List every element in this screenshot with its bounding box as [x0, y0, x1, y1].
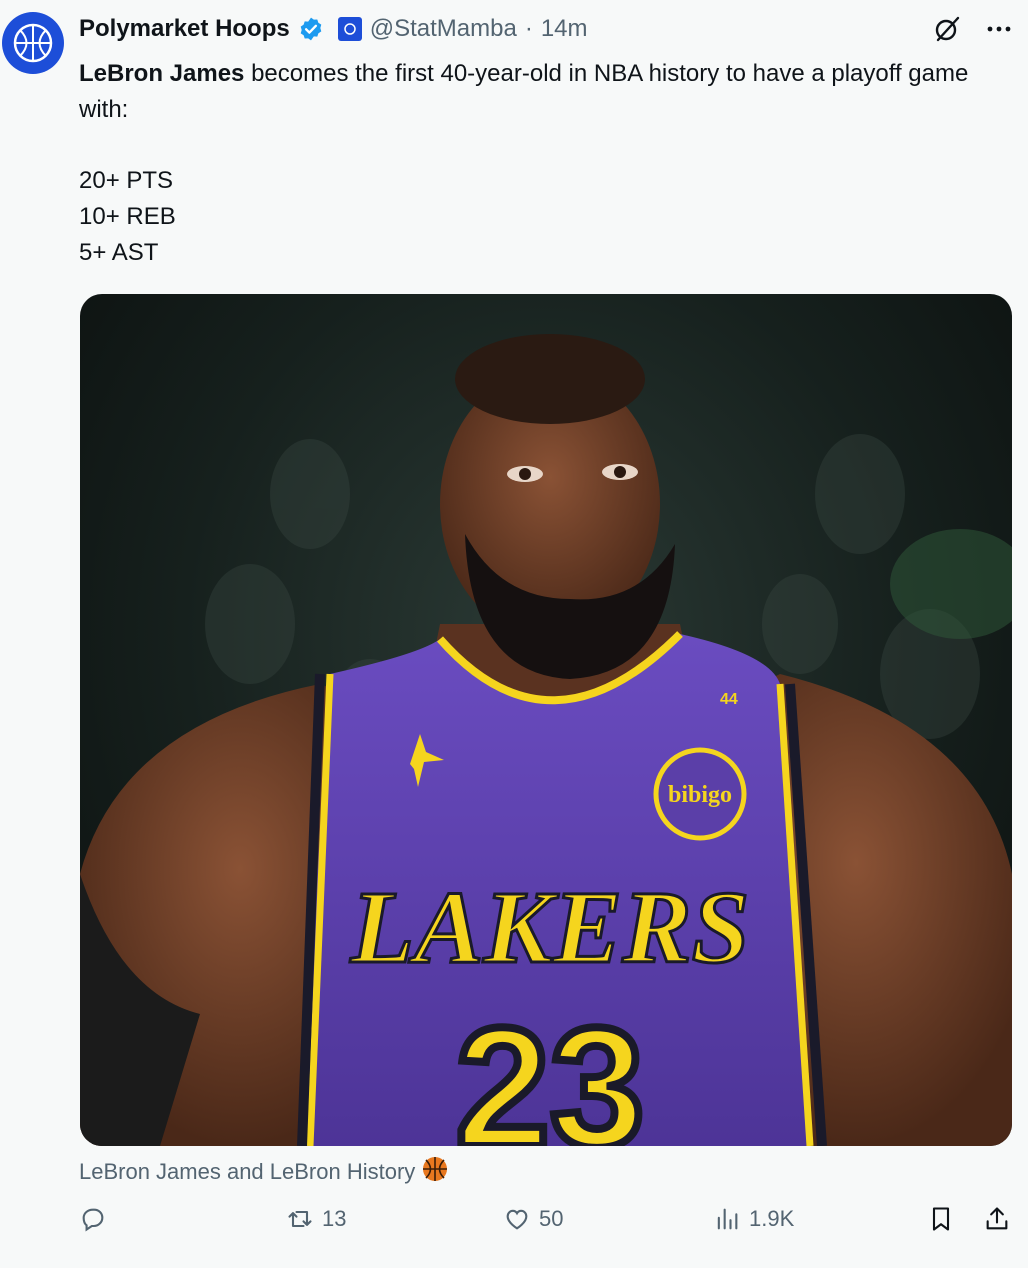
retweet-button[interactable]: 13 [286, 1205, 346, 1233]
jersey-number: 23 [455, 993, 644, 1146]
bookmark-button[interactable] [927, 1205, 955, 1233]
stat-line: 5+ AST [79, 239, 159, 266]
action-bar: 13 50 1.9K [79, 1205, 1014, 1245]
verified-badge-icon [298, 16, 324, 42]
reply-button[interactable] [79, 1205, 115, 1233]
sponsor-patch: bibigo [668, 782, 732, 808]
grok-icon[interactable] [932, 14, 962, 44]
like-count: 50 [539, 1206, 564, 1231]
like-button[interactable]: 50 [503, 1205, 563, 1233]
caption-text: LeBron James and LeBron History [79, 1159, 416, 1184]
stat-line: 20+ PTS [79, 167, 174, 194]
tweet-photo[interactable]: bibigo 44 LAKERS 23 [80, 294, 1012, 1146]
tweet-text: LeBron James becomes the first 40-year-o… [79, 56, 999, 128]
stats-list: 20+ PTS 10+ REB 5+ AST [79, 163, 176, 271]
author-handle[interactable]: @StatMamba [370, 15, 517, 43]
tweet-header: Polymarket Hoops @StatMamba · 14m [79, 14, 588, 44]
tweet-time[interactable]: 14m [541, 15, 588, 43]
author-name[interactable]: Polymarket Hoops [79, 15, 290, 43]
jersey-wordmark: LAKERS [350, 870, 750, 985]
stat-line: 10+ REB [79, 203, 176, 230]
strap-number: 44 [720, 691, 738, 708]
more-icon[interactable] [984, 14, 1014, 44]
retweet-icon [288, 1210, 312, 1228]
views-button[interactable]: 1.9K [713, 1205, 794, 1233]
separator-dot: · [524, 15, 533, 42]
affiliate-badge-icon[interactable] [337, 17, 362, 41]
mention[interactable]: LeBron James [79, 60, 244, 87]
bookmark-icon [932, 1207, 950, 1231]
basketball-icon [421, 1155, 449, 1189]
top-actions [932, 14, 1014, 44]
player-photo: bibigo 44 LAKERS 23 [80, 334, 1012, 1146]
views-count: 1.9K [749, 1206, 795, 1231]
tweet: Polymarket Hoops @StatMamba · 14m LeBron [0, 0, 1028, 1268]
media-caption: LeBron James and LeBron History [79, 1155, 449, 1189]
share-icon [986, 1207, 1008, 1230]
avatar[interactable] [2, 12, 64, 74]
views-icon [717, 1208, 738, 1230]
retweet-count: 13 [322, 1206, 347, 1231]
like-icon [506, 1209, 528, 1230]
basketball-logo-icon [13, 23, 53, 63]
reply-icon [82, 1208, 104, 1232]
share-button[interactable] [983, 1205, 1011, 1233]
